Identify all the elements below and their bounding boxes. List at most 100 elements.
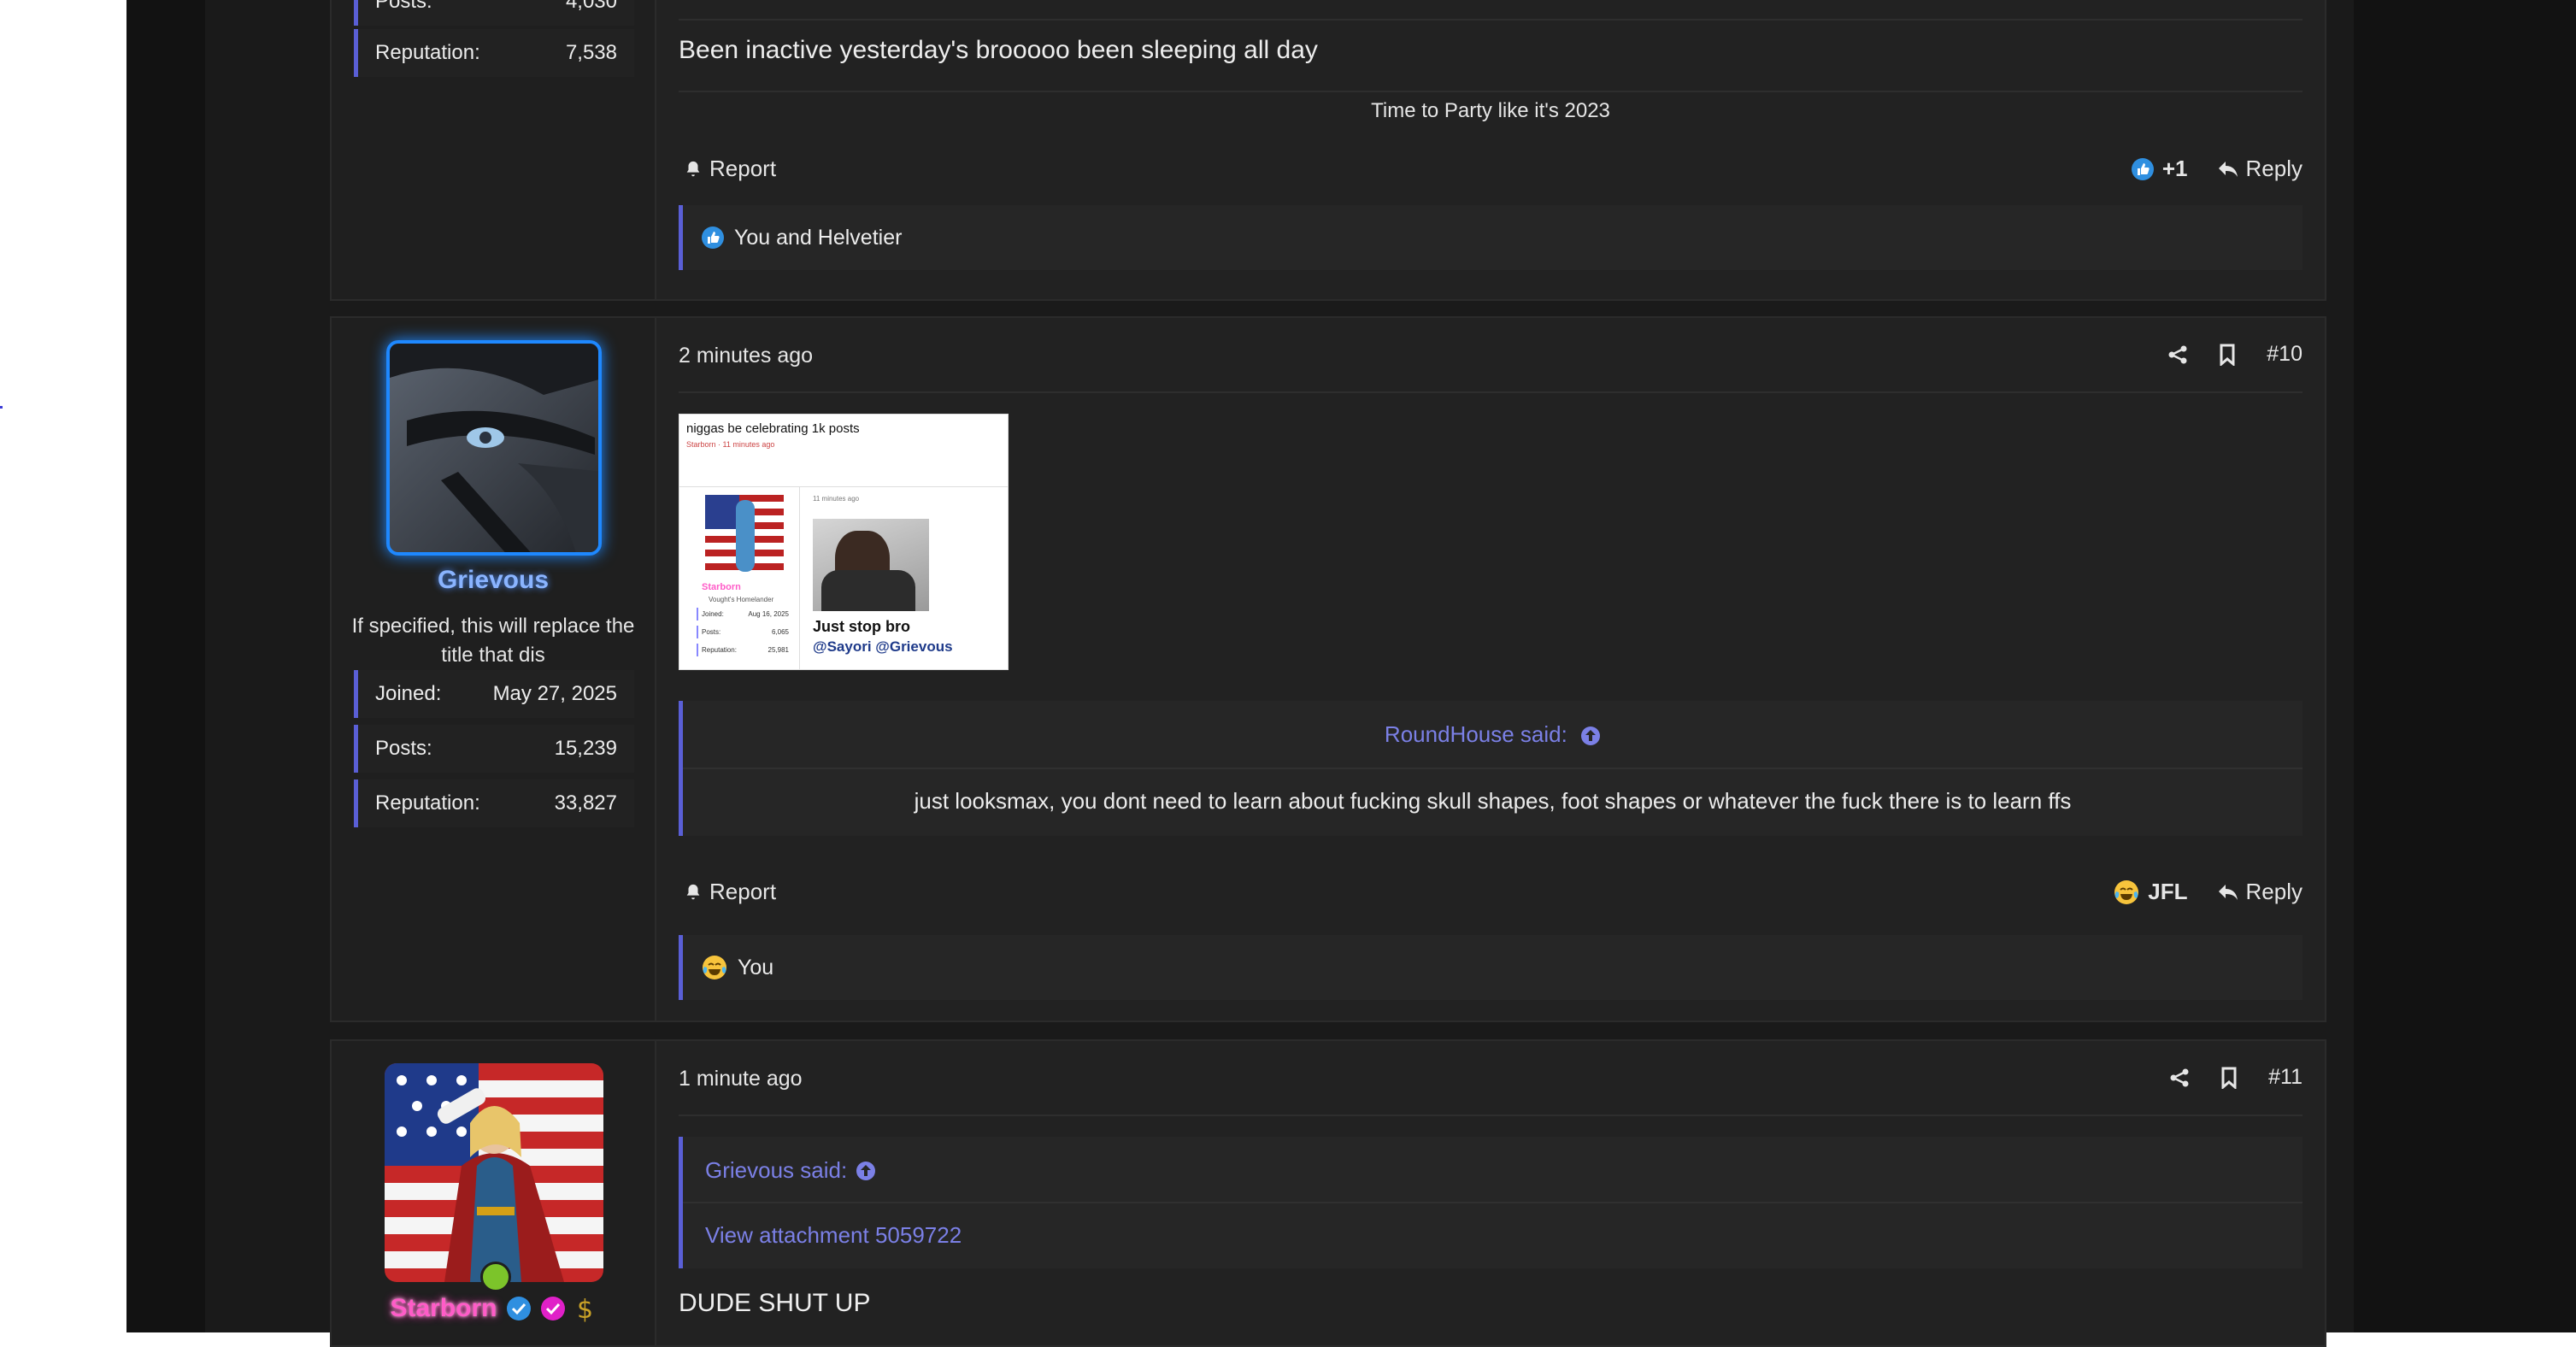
post-actions: +1 Reply bbox=[2131, 156, 2303, 182]
quote-text: just looksmax, you dont need to learn ab… bbox=[914, 788, 2072, 814]
share-icon[interactable] bbox=[2169, 1068, 2190, 1088]
reaction-count: +1 bbox=[2161, 156, 2188, 181]
signature: Time to Party like it's 2023 bbox=[1371, 99, 1610, 122]
quote-block: RoundHouse said: just looksmax, you dont… bbox=[679, 701, 2303, 836]
username[interactable]: Starborn bbox=[390, 1294, 497, 1323]
avatar-image bbox=[385, 1063, 564, 1282]
attachment-caption: niggas be celebrating 1k posts bbox=[686, 421, 860, 436]
divider bbox=[683, 1202, 2303, 1203]
bookmark-icon[interactable] bbox=[2219, 344, 2236, 366]
reaction-name: JFL bbox=[2148, 879, 2188, 904]
post-number[interactable]: #11 bbox=[2268, 1065, 2303, 1090]
stat-posts: Posts: 15,239 bbox=[354, 725, 634, 773]
message-body: DUDE SHUT UP bbox=[679, 1289, 871, 1317]
dollar-icon: $ bbox=[577, 1295, 593, 1323]
divider bbox=[679, 1115, 2303, 1116]
stat-reputation: Reputation: 33,827 bbox=[354, 779, 634, 827]
message-column: Been inactive yesterday's brooooo been s… bbox=[679, 0, 2303, 299]
report-label: Report bbox=[709, 156, 777, 181]
avatar[interactable] bbox=[386, 340, 602, 556]
post-9: Posts: 4,030 Reputation: 7,538 Been inac… bbox=[330, 0, 2326, 301]
user-column: Posts: 4,030 Reputation: 7,538 bbox=[332, 0, 656, 299]
post-number[interactable]: #10 bbox=[2267, 342, 2303, 367]
reply-icon bbox=[2218, 884, 2238, 900]
like-icon bbox=[2131, 157, 2154, 180]
inner-name: Starborn bbox=[702, 582, 741, 592]
reactions-text: You bbox=[738, 955, 774, 979]
post-11: Starborn $ 1 minute ago #11 Grievous sai… bbox=[330, 1039, 2326, 1347]
like-icon bbox=[702, 226, 724, 249]
report-label: Report bbox=[709, 879, 777, 904]
online-indicator bbox=[480, 1262, 511, 1292]
posts-label: Posts: bbox=[375, 737, 432, 760]
reputation-label: Reputation: bbox=[375, 791, 480, 815]
user-column: Starborn $ bbox=[332, 1041, 656, 1345]
report-button[interactable]: Report bbox=[684, 879, 776, 905]
bookmark-icon[interactable] bbox=[2220, 1067, 2238, 1089]
inner-joined-label: Joined: bbox=[702, 610, 724, 618]
divider bbox=[679, 486, 1008, 487]
attachment-link[interactable]: View attachment 5059722 bbox=[705, 1222, 962, 1249]
posts-label: Posts: bbox=[375, 0, 432, 13]
joined-value: May 27, 2025 bbox=[492, 682, 617, 705]
avatar-image bbox=[390, 344, 598, 552]
right-gutter bbox=[2354, 0, 2576, 1332]
reputation-label: Reputation: bbox=[375, 41, 480, 64]
browser-margin bbox=[0, 0, 126, 1332]
margin-dot bbox=[0, 406, 3, 409]
svg-text:$: $ bbox=[577, 1295, 593, 1323]
reactions-text: You and Helvetier bbox=[734, 225, 903, 250]
inner-avatar bbox=[705, 495, 784, 574]
reply-label: Reply bbox=[2245, 879, 2303, 904]
message-body: Been inactive yesterday's brooooo been s… bbox=[679, 36, 1318, 64]
posts-value: 4,030 bbox=[565, 0, 617, 13]
divider bbox=[679, 91, 2303, 92]
bell-icon bbox=[686, 884, 700, 899]
divider bbox=[683, 768, 2303, 769]
like-button[interactable]: +1 bbox=[2131, 156, 2188, 182]
post-time[interactable]: 1 minute ago bbox=[679, 1067, 803, 1091]
divider bbox=[799, 486, 800, 669]
message-column: 2 minutes ago #10 niggas be celebrating … bbox=[679, 318, 2303, 1021]
inner-text: Just stop bro bbox=[813, 618, 911, 635]
post-time[interactable]: 2 minutes ago bbox=[679, 344, 813, 368]
reply-button[interactable]: Reply bbox=[2217, 156, 2303, 182]
post-10: Grievous If specified, this will replace… bbox=[330, 316, 2326, 1022]
username-row: Starborn $ bbox=[332, 1294, 655, 1323]
bell-icon bbox=[686, 161, 700, 176]
report-button[interactable]: Report bbox=[684, 156, 776, 182]
inner-mentions: @Sayori @Grievous bbox=[813, 638, 953, 655]
avatar[interactable] bbox=[385, 1063, 603, 1282]
inner-title: Vought's Homelander bbox=[709, 596, 774, 603]
inner-time: 11 minutes ago bbox=[813, 495, 860, 503]
jfl-reaction-button[interactable]: JFL bbox=[2114, 879, 2188, 905]
arrow-up-circle-icon[interactable] bbox=[856, 1161, 876, 1181]
verified-badge-icon bbox=[506, 1297, 531, 1321]
username[interactable]: Grievous bbox=[332, 566, 655, 595]
user-title: If specified, this will replace the titl… bbox=[351, 615, 635, 667]
arrow-up-circle-icon[interactable] bbox=[1580, 726, 1601, 746]
post-tools: #11 bbox=[2169, 1065, 2303, 1090]
quote-author: Grievous said: bbox=[705, 1157, 848, 1183]
inner-rep-value: 25,981 bbox=[768, 646, 789, 654]
attachment-meta: Starborn · 11 minutes ago bbox=[686, 440, 775, 449]
reactions-bar[interactable]: You bbox=[679, 935, 2303, 1000]
inner-joined-value: Aug 16, 2025 bbox=[748, 610, 789, 618]
quote-header[interactable]: Grievous said: bbox=[705, 1157, 876, 1184]
stat-reputation: Reputation: 7,538 bbox=[354, 29, 634, 77]
share-icon[interactable] bbox=[2167, 344, 2188, 365]
inner-posts-label: Posts: bbox=[702, 628, 721, 636]
inner-photo bbox=[813, 519, 929, 611]
attachment-image[interactable]: niggas be celebrating 1k posts Starborn … bbox=[679, 414, 1009, 670]
divider bbox=[679, 19, 2303, 21]
joined-label: Joined: bbox=[375, 682, 442, 705]
reputation-value: 33,827 bbox=[554, 791, 617, 815]
reputation-value: 7,538 bbox=[565, 41, 617, 64]
posts-value: 15,239 bbox=[554, 737, 617, 760]
post-tools: #10 bbox=[2167, 342, 2303, 367]
post-actions: JFL Reply bbox=[2114, 879, 2303, 905]
inner-rep-label: Reputation: bbox=[702, 646, 737, 654]
quote-header[interactable]: RoundHouse said: bbox=[683, 721, 2303, 748]
reactions-bar[interactable]: You and Helvetier bbox=[679, 205, 2303, 270]
reply-button[interactable]: Reply bbox=[2217, 879, 2303, 905]
